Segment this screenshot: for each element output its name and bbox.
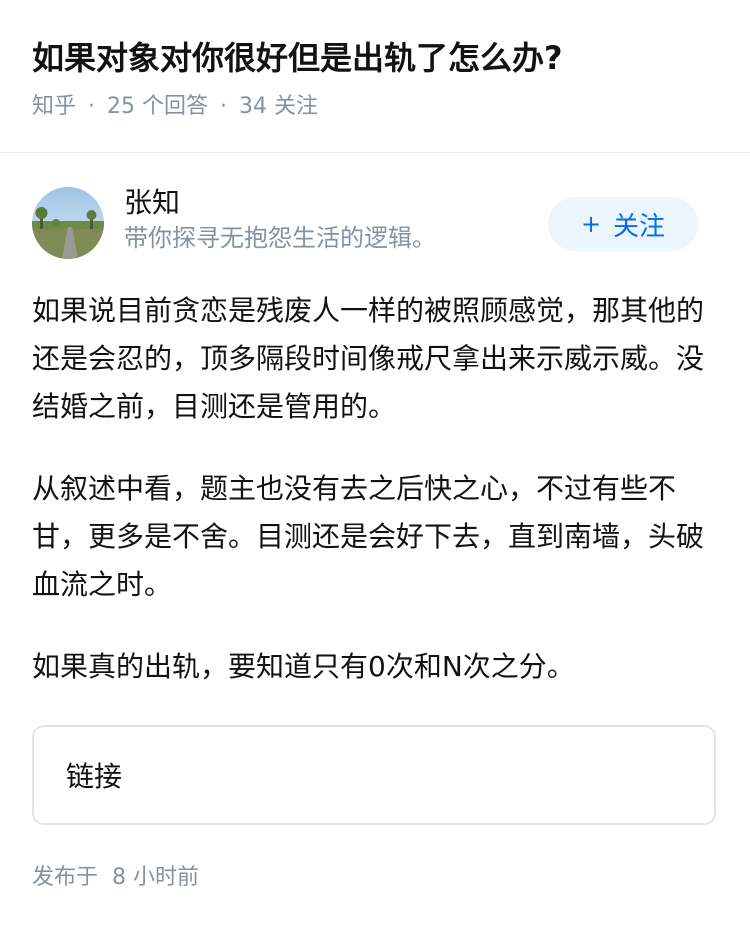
follow-button[interactable]: + 关注 (548, 197, 698, 251)
plus-icon: + (580, 210, 602, 238)
answer-card: 张知 带你探寻无抱怨生活的逻辑。 + 关注 如果说目前贪恋是残废人一样的被照顾感… (0, 153, 750, 893)
separator-dot: · (220, 94, 228, 119)
question-header: 如果对象对你很好但是出轨了怎么办? 知乎 · 25 个回答 · 34 关注 (0, 0, 750, 119)
author-row: 张知 带你探寻无抱怨生活的逻辑。 + 关注 (32, 153, 718, 265)
publish-time: 发布于 8 小时前 (32, 863, 718, 893)
answer-count-label: 个回答 (142, 94, 209, 119)
author-name[interactable]: 张知 (124, 185, 436, 221)
source-label[interactable]: 知乎 (32, 94, 76, 119)
link-card[interactable]: 链接 (32, 725, 716, 825)
author-avatar[interactable] (32, 187, 104, 259)
answer-count: 25 (107, 94, 136, 119)
author-bio: 带你探寻无抱怨生活的逻辑。 (124, 224, 436, 252)
answer-paragraph: 从叙述中看，题主也没有去之后快之心，不过有些不甘，更多是不舍。目测还是会好下去，… (32, 472, 705, 601)
answer-paragraph: 如果说目前贪恋是残废人一样的被照顾感觉，那其他的还是会忍的，顶多隔段时间像戒尺拿… (32, 294, 705, 423)
answer-paragraph: 如果真的出轨，要知道只有0次和N次之分。 (32, 650, 575, 683)
publish-time-value: 8 小时前 (112, 865, 200, 890)
avatar-landscape-icon (32, 187, 104, 259)
publish-prefix: 发布于 (32, 865, 99, 890)
follower-count: 34 (239, 94, 268, 119)
follow-button-label: 关注 (613, 211, 666, 242)
question-meta: 知乎 · 25 个回答 · 34 关注 (32, 92, 718, 122)
question-title[interactable]: 如果对象对你很好但是出轨了怎么办? (32, 36, 718, 80)
link-card-label: 链接 (66, 760, 123, 793)
follower-count-label: 关注 (274, 94, 319, 119)
separator-dot: · (88, 94, 96, 119)
answer-page: 如果对象对你很好但是出轨了怎么办? 知乎 · 25 个回答 · 34 关注 张知… (0, 0, 750, 932)
author-info: 张知 带你探寻无抱怨生活的逻辑。 (124, 185, 436, 255)
answer-body: 如果说目前贪恋是残废人一样的被照顾感觉，那其他的还是会忍的，顶多隔段时间像戒尺拿… (32, 287, 718, 691)
